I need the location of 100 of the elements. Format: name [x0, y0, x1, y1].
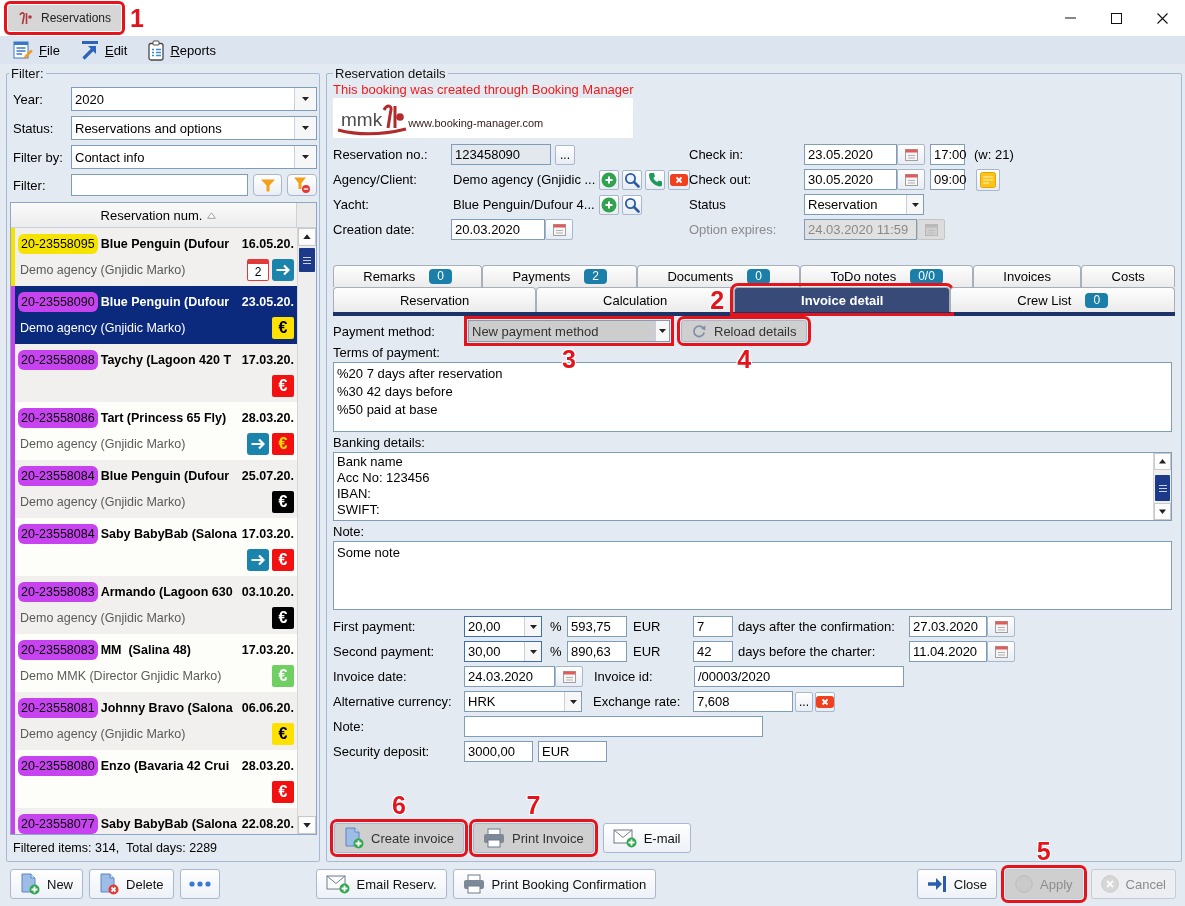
euro-icon: €	[272, 723, 294, 745]
dropdown[interactable]: HRK	[464, 691, 582, 712]
yacht-name: Johnny Bravo (Salona	[100, 701, 233, 715]
reservation-row[interactable]: 20-23558083 Armando (Lagoon 630 03.10.20. Demo agency (Gnjidic Marko) €	[11, 576, 297, 634]
field-label: Note:	[333, 719, 365, 734]
date-field[interactable]: 30.05.2020	[804, 169, 897, 190]
tab[interactable]: Reservation	[333, 287, 537, 312]
add-button[interactable]	[599, 169, 620, 190]
note-button[interactable]	[976, 168, 1000, 191]
print-button[interactable]: Print Booking Confirmation	[452, 869, 657, 899]
days-field[interactable]: 42	[693, 641, 733, 662]
time-field[interactable]: 09:00	[930, 169, 965, 190]
scrollbar-thumb[interactable]	[299, 248, 315, 272]
calendar-button[interactable]	[897, 144, 925, 165]
reservation-row[interactable]: 20-23558090 Blue Penguin (Dufour 23.05.20. Demo agency (Gnjidic Marko) €	[11, 286, 297, 344]
calendar-button[interactable]	[987, 641, 1015, 662]
close-button[interactable]: Close	[916, 869, 997, 899]
start-date: 28.03.20.	[241, 411, 294, 425]
search-button[interactable]	[622, 169, 643, 190]
more-button[interactable]	[179, 869, 220, 899]
reservation-row[interactable]: 20-23558086 Tart (Princess 65 Fly) 28.03.20. Demo agency (Gnjidic Marko) €	[11, 402, 297, 460]
calendar-button[interactable]	[897, 169, 925, 190]
phone-button[interactable]	[645, 169, 666, 190]
text-field[interactable]: 7,608	[693, 691, 793, 712]
website-url: www.booking-manager.com	[408, 118, 544, 129]
scroll-down-button[interactable]	[1154, 503, 1171, 520]
text-area[interactable]: Bank name Acc No: 123456 IBAN: SWIFT:	[333, 452, 1172, 521]
scrollbar-thumb[interactable]	[1155, 475, 1170, 501]
reservation-row[interactable]: 20-23558084 Blue Penguin (Dufour 25.07.20. Demo agency (Gnjidic Marko) €	[11, 460, 297, 518]
reservation-row[interactable]: 20-23558077 Saby BabyBab (Salona 22.08.20.	[11, 808, 297, 834]
date-field[interactable]: 27.03.2020	[909, 616, 987, 637]
reservation-row[interactable]: 20-23558095 Blue Penguin (Dufour 16.05.20. Demo agency (Gnjidic Marko) 2	[11, 228, 297, 286]
client-name: Demo agency (Gnjidic Marko)	[19, 263, 186, 277]
tab[interactable]: Costs	[1081, 265, 1176, 287]
reservation-row[interactable]: 20-23558081 Johnny Bravo (Salona 06.06.20. Demo agency (Gnjidic Marko) €	[11, 692, 297, 750]
scroll-up-button[interactable]	[298, 228, 316, 246]
search-button[interactable]	[621, 194, 642, 215]
calendar-button[interactable]	[555, 666, 583, 687]
reservation-row[interactable]: 20-23558084 Saby BabyBab (Salona 17.03.20. €	[11, 518, 297, 576]
yacht-name: Blue Penguin (Dufour	[100, 295, 230, 309]
clear-filter-button[interactable]	[287, 174, 317, 196]
menu-item[interactable]: Edit	[74, 37, 134, 63]
browse-button[interactable]: ...	[555, 144, 575, 165]
time-field[interactable]: 17:00	[930, 144, 965, 165]
dropdown[interactable]: Contact info	[71, 145, 317, 169]
calendar-icon	[994, 620, 1008, 633]
reservation-number-tag: 20-23558086	[18, 408, 98, 428]
amount-field[interactable]: 890,63	[567, 641, 627, 662]
tab[interactable]: Remarks 0	[333, 265, 483, 287]
text-field[interactable]: /00003/2020	[694, 666, 904, 687]
amount-field[interactable]: 3000,00	[464, 741, 533, 762]
scroll-down-button[interactable]	[298, 816, 316, 834]
start-date: 06.06.20.	[241, 701, 294, 715]
text-field[interactable]	[464, 716, 763, 737]
dropdown[interactable]: 30,00	[464, 641, 542, 662]
days-field[interactable]: 7	[693, 616, 733, 637]
currency-field[interactable]: EUR	[538, 741, 607, 762]
browse-button[interactable]: ...	[795, 691, 813, 712]
dropdown[interactable]: 2020	[71, 87, 317, 111]
client-name: Demo agency (Gnjidic Marko)	[19, 727, 186, 741]
reservation-row[interactable]: 20-23558088 Taychy (Lagoon 420 T 17.03.20. €	[11, 344, 297, 402]
field-label: Filter:	[13, 177, 46, 193]
new-button[interactable]: New	[10, 869, 83, 899]
menu-item[interactable]: File	[7, 37, 66, 63]
text-field[interactable]: 123458090	[451, 144, 551, 165]
scrollbar[interactable]	[1153, 453, 1171, 520]
tab[interactable]: Invoices	[973, 265, 1082, 287]
scroll-up-button[interactable]	[1154, 453, 1171, 470]
column-header[interactable]: Reservation num.	[11, 203, 297, 227]
date-field[interactable]: 23.05.2020	[804, 144, 897, 165]
filter-button[interactable]	[253, 174, 282, 196]
reservation-row[interactable]: 20-23558083 MM (Salina 48) 17.03.20. Demo MMK (Director Gnjidic Marko) €	[11, 634, 297, 692]
calendar-button[interactable]	[545, 219, 573, 240]
date-field[interactable]: 11.04.2020	[909, 641, 987, 662]
callout-number: 1	[130, 5, 144, 31]
remove-button[interactable]	[815, 691, 835, 712]
menu-item[interactable]: Reports	[142, 37, 222, 63]
text-area[interactable]: Some note	[333, 541, 1172, 610]
dropdown[interactable]: 20,00	[464, 616, 542, 637]
scrollbar[interactable]	[297, 228, 316, 834]
delete-button[interactable]: Delete	[89, 869, 174, 899]
email-button[interactable]: E-mail	[602, 823, 691, 853]
tab[interactable]: Payments 2	[482, 265, 638, 287]
field-label: Payment method:	[333, 323, 435, 339]
field-label: Agency/Client:	[333, 172, 418, 187]
date-field[interactable]: 20.03.2020	[451, 219, 545, 240]
reservation-row[interactable]: 20-23558080 Enzo (Bavaria 42 Crui 28.03.20. €	[11, 750, 297, 808]
calendar-icon	[994, 645, 1008, 658]
field-label: Option expires:	[689, 222, 778, 237]
amount-field[interactable]: 593,75	[567, 616, 627, 637]
email-button[interactable]: Email Reserv.	[315, 869, 447, 899]
dropdown[interactable]: Reservation	[804, 194, 924, 215]
date-field[interactable]: 24.03.2020	[464, 666, 555, 687]
search-field[interactable]	[71, 174, 248, 196]
dropdown[interactable]: Reservations and options	[71, 116, 317, 140]
tab[interactable]: Documents 0	[637, 265, 801, 287]
remove-button[interactable]	[668, 169, 691, 190]
tab[interactable]: Crew List 0	[950, 287, 1175, 312]
add-button[interactable]	[598, 194, 619, 215]
calendar-button[interactable]	[987, 616, 1015, 637]
